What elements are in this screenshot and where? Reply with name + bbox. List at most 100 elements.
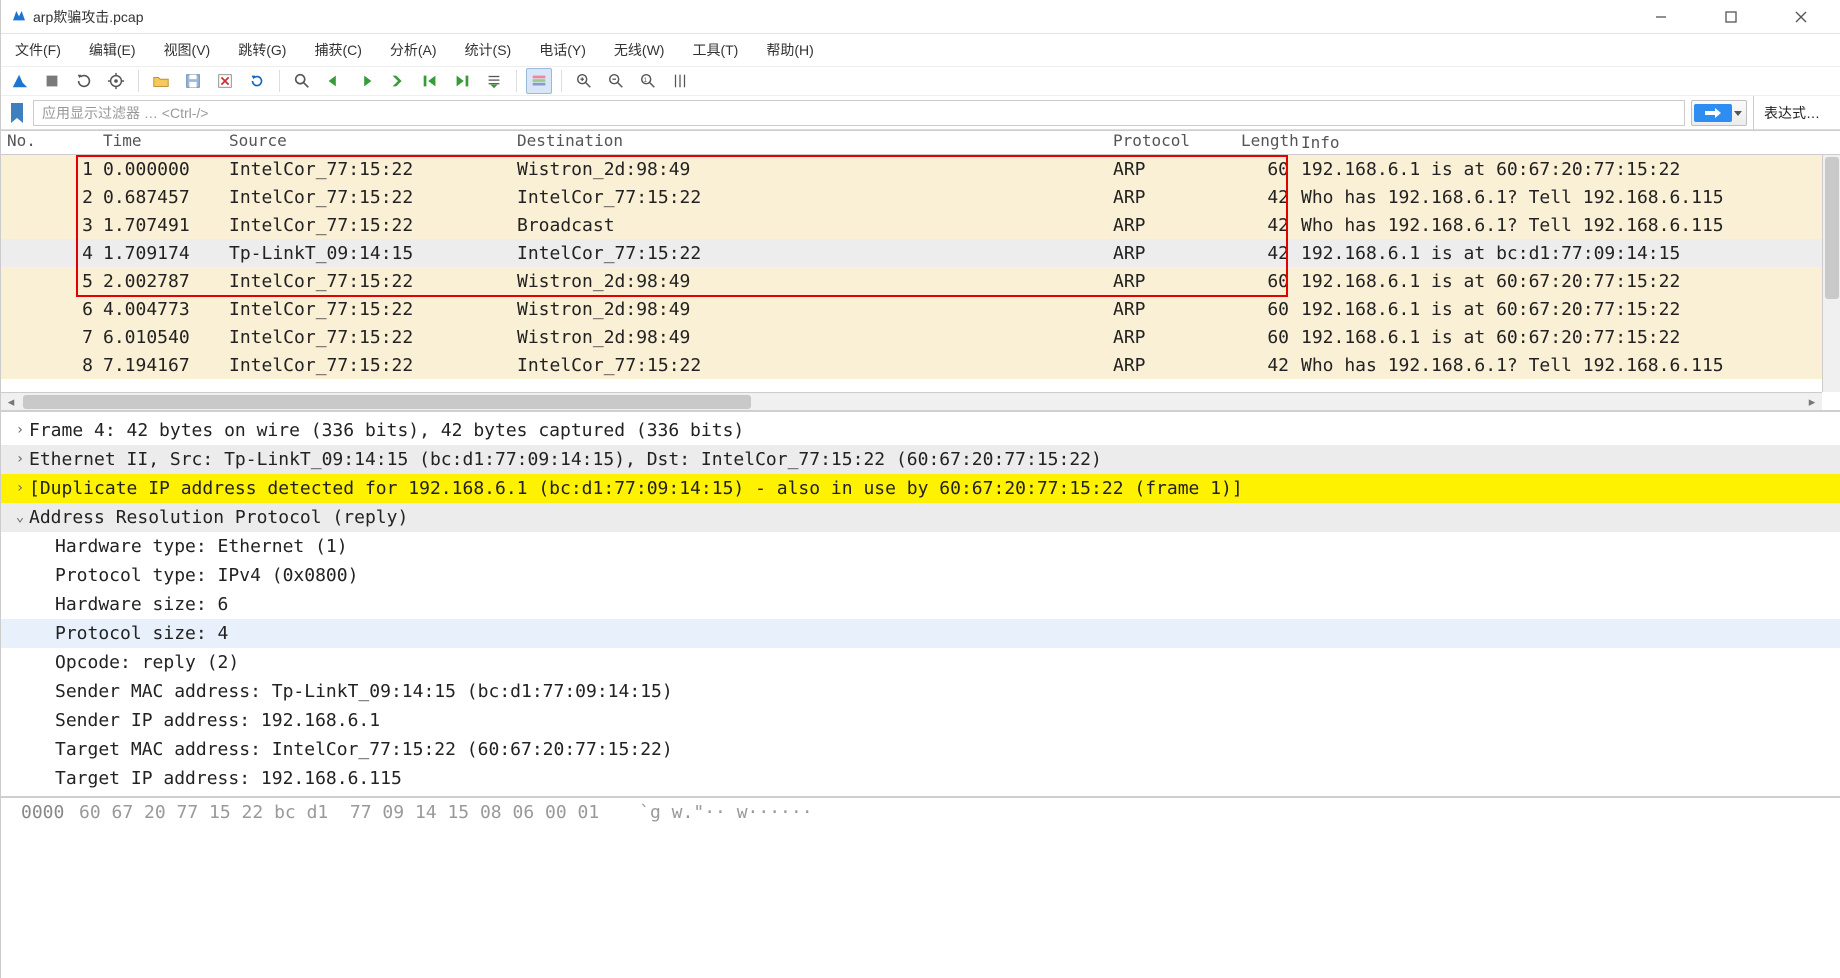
go-last-icon[interactable] [449, 68, 475, 94]
cell-no: 6 [1, 299, 97, 320]
packet-row[interactable]: 10.000000IntelCor_77:15:22Wistron_2d:98:… [1, 155, 1822, 183]
horizontal-scrollbar[interactable]: ◂▸ [1, 392, 1822, 410]
resize-columns-icon[interactable] [667, 68, 693, 94]
bytes-hex: 60 67 20 77 15 22 bc d1 77 09 14 15 08 0… [79, 802, 599, 828]
cell-time: 1.707491 [97, 215, 223, 236]
go-forward-icon[interactable] [353, 68, 379, 94]
bookmark-icon[interactable] [7, 100, 27, 126]
zoom-in-icon[interactable] [571, 68, 597, 94]
menu-view[interactable]: 视图(V) [164, 38, 211, 62]
cell-destination: IntelCor_77:15:22 [511, 243, 1107, 264]
toolbar-separator [138, 70, 139, 92]
packet-list-header: No. Time Source Destination Protocol Len… [1, 131, 1840, 155]
menu-capture[interactable]: 捕获(C) [314, 38, 361, 62]
colorize-icon[interactable] [526, 68, 552, 94]
cell-source: IntelCor_77:15:22 [223, 299, 511, 320]
packet-row[interactable]: 87.194167IntelCor_77:15:22IntelCor_77:15… [1, 351, 1822, 379]
bytes-offset: 0000 [21, 802, 79, 828]
menu-analyze[interactable]: 分析(A) [390, 38, 437, 62]
zoom-reset-icon[interactable]: 1 [635, 68, 661, 94]
cell-destination: Broadcast [511, 215, 1107, 236]
cell-destination: IntelCor_77:15:22 [511, 355, 1107, 376]
cell-time: 2.002787 [97, 271, 223, 292]
cell-time: 1.709174 [97, 243, 223, 264]
col-source[interactable]: Source [223, 131, 511, 154]
zoom-out-icon[interactable] [603, 68, 629, 94]
tree-field[interactable]: Target MAC address: IntelCor_77:15:22 (6… [1, 735, 1840, 764]
col-info[interactable]: Info [1295, 133, 1840, 152]
packet-list-body[interactable]: 10.000000IntelCor_77:15:22Wistron_2d:98:… [1, 155, 1822, 392]
shark-fin-icon[interactable] [7, 68, 33, 94]
app-icon [11, 7, 33, 26]
tree-field[interactable]: Hardware size: 6 [1, 590, 1840, 619]
tree-field[interactable]: Hardware type: Ethernet (1) [1, 532, 1840, 561]
packet-row[interactable]: 52.002787IntelCor_77:15:22Wistron_2d:98:… [1, 267, 1822, 295]
tree-field[interactable]: Protocol type: IPv4 (0x0800) [1, 561, 1840, 590]
filter-apply-button[interactable] [1691, 100, 1747, 126]
tree-field[interactable]: Opcode: reply (2) [1, 648, 1840, 677]
restart-capture-icon[interactable] [71, 68, 97, 94]
expression-button[interactable]: 表达式… [1753, 96, 1834, 130]
menu-tools[interactable]: 工具(T) [692, 38, 738, 62]
col-no[interactable]: No. [1, 131, 97, 154]
go-back-icon[interactable] [321, 68, 347, 94]
menu-stats[interactable]: 统计(S) [465, 38, 512, 62]
tree-field[interactable]: Protocol size: 4 [1, 619, 1840, 648]
menu-file[interactable]: 文件(F) [15, 38, 61, 62]
tree-item-frame[interactable]: ›Frame 4: 42 bytes on wire (336 bits), 4… [1, 416, 1840, 445]
packet-row[interactable]: 41.709174Tp-LinkT_09:14:15IntelCor_77:15… [1, 239, 1822, 267]
tree-item-duplicate-ip[interactable]: ›[Duplicate IP address detected for 192.… [1, 474, 1840, 503]
minimize-button[interactable] [1638, 2, 1684, 32]
stop-capture-icon[interactable] [39, 68, 65, 94]
cell-source: IntelCor_77:15:22 [223, 271, 511, 292]
close-button[interactable] [1778, 2, 1824, 32]
packet-details-pane[interactable]: ›Frame 4: 42 bytes on wire (336 bits), 4… [1, 410, 1840, 798]
col-length[interactable]: Length [1235, 131, 1295, 154]
packet-row[interactable]: 31.707491IntelCor_77:15:22BroadcastARP42… [1, 211, 1822, 239]
title-bar: arp欺骗攻击.pcap [1, 0, 1840, 34]
go-first-icon[interactable] [417, 68, 443, 94]
menu-go[interactable]: 跳转(G) [238, 38, 286, 62]
vertical-scrollbar[interactable] [1822, 155, 1840, 392]
cell-time: 0.687457 [97, 187, 223, 208]
auto-scroll-icon[interactable] [481, 68, 507, 94]
menu-edit[interactable]: 编辑(E) [89, 38, 136, 62]
reload-icon[interactable] [244, 68, 270, 94]
cell-info: 192.168.6.1 is at 60:67:20:77:15:22 [1295, 159, 1822, 180]
col-time[interactable]: Time [97, 131, 223, 154]
packet-row[interactable]: 64.004773IntelCor_77:15:22Wistron_2d:98:… [1, 295, 1822, 323]
tree-field[interactable]: Target IP address: 192.168.6.115 [1, 764, 1840, 793]
cell-no: 1 [1, 159, 97, 180]
cell-protocol: ARP [1107, 327, 1235, 348]
packet-row[interactable]: 20.687457IntelCor_77:15:22IntelCor_77:15… [1, 183, 1822, 211]
go-to-packet-icon[interactable] [385, 68, 411, 94]
save-file-icon[interactable] [180, 68, 206, 94]
tree-field[interactable]: Sender IP address: 192.168.6.1 [1, 706, 1840, 735]
menu-help[interactable]: 帮助(H) [766, 38, 813, 62]
window-title: arp欺骗攻击.pcap [33, 7, 1638, 27]
col-protocol[interactable]: Protocol [1107, 131, 1235, 154]
cell-protocol: ARP [1107, 243, 1235, 264]
menu-wireless[interactable]: 无线(W) [614, 38, 665, 62]
cell-destination: IntelCor_77:15:22 [511, 187, 1107, 208]
col-destination[interactable]: Destination [511, 131, 1107, 154]
packet-bytes-pane[interactable]: 0000 60 67 20 77 15 22 bc d1 77 09 14 15… [1, 798, 1840, 828]
find-packet-icon[interactable] [289, 68, 315, 94]
chevron-down-icon[interactable] [1732, 109, 1744, 117]
cell-source: IntelCor_77:15:22 [223, 215, 511, 236]
capture-options-icon[interactable] [103, 68, 129, 94]
maximize-button[interactable] [1708, 2, 1754, 32]
open-file-icon[interactable] [148, 68, 174, 94]
close-file-icon[interactable] [212, 68, 238, 94]
menu-telephony[interactable]: 电话(Y) [539, 38, 586, 62]
cell-length: 42 [1235, 215, 1295, 236]
cell-length: 42 [1235, 355, 1295, 376]
tree-field[interactable]: Sender MAC address: Tp-LinkT_09:14:15 (b… [1, 677, 1840, 706]
cell-protocol: ARP [1107, 159, 1235, 180]
tree-item-arp[interactable]: ⌄Address Resolution Protocol (reply) [1, 503, 1840, 532]
cell-length: 42 [1235, 243, 1295, 264]
tree-item-ethernet[interactable]: ›Ethernet II, Src: Tp-LinkT_09:14:15 (bc… [1, 445, 1840, 474]
cell-source: IntelCor_77:15:22 [223, 355, 511, 376]
display-filter-input[interactable]: 应用显示过滤器 … <Ctrl-/> [33, 100, 1685, 126]
packet-row[interactable]: 76.010540IntelCor_77:15:22Wistron_2d:98:… [1, 323, 1822, 351]
